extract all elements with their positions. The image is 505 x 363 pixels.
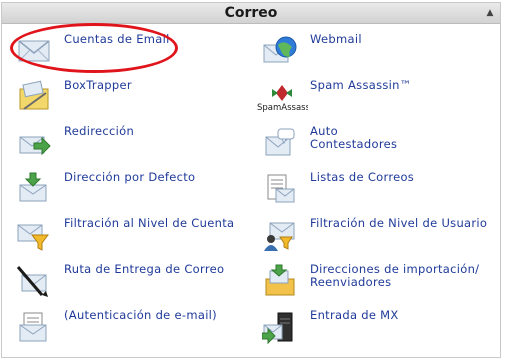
mailing-lists-icon — [262, 171, 302, 211]
item-filtracion-nivel-cuenta[interactable]: Filtración al Nivel de Cuenta — [16, 217, 256, 261]
panel-header: Correo ▲ — [2, 3, 500, 24]
account-filter-funnel-icon — [16, 217, 56, 257]
item-label: Auto Contestadores — [310, 124, 398, 151]
mail-panel: Correo ▲ Cuentas de Email Webmail BoxTra… — [1, 2, 501, 358]
auto-responder-icon — [262, 125, 302, 165]
collapse-arrow-icon[interactable]: ▲ — [484, 7, 496, 19]
item-label: Direcciones de importación/ Reenviadores — [310, 262, 480, 289]
item-entrada-de-mx[interactable]: Entrada de MX — [261, 308, 502, 353]
item-filtracion-nivel-usuario[interactable]: Filtración de Nivel de Usuario — [262, 217, 502, 261]
panel-title: Correo — [224, 5, 278, 21]
email-authentication-icon — [16, 309, 56, 349]
item-redireccion[interactable]: Redirección — [16, 125, 256, 169]
item-label: BoxTrapper — [64, 78, 132, 92]
svg-text:SpamAssassin: SpamAssassin — [257, 103, 308, 113]
item-cuentas-de-email[interactable]: Cuentas de Email — [16, 33, 256, 77]
delivery-route-icon — [16, 263, 56, 303]
item-label: Spam Assassin™ — [310, 78, 412, 92]
item-label: Filtración al Nivel de Cuenta — [64, 216, 235, 230]
item-label: Listas de Correos — [310, 170, 415, 184]
boxtrapper-icon — [16, 79, 56, 119]
item-label: Entrada de MX — [310, 308, 399, 322]
item-label: Filtración de Nivel de Usuario — [310, 216, 488, 230]
item-autenticacion-email[interactable]: (Autenticación de e-mail) — [16, 309, 256, 353]
spam-assassin-logo-icon: SpamAssassin — [256, 79, 318, 119]
item-auto-contestadores[interactable]: Auto Contestadores — [262, 125, 502, 169]
item-boxtrapper[interactable]: BoxTrapper — [16, 79, 256, 123]
item-direcciones-importacion[interactable]: Direcciones de importación/ Reenviadores — [262, 263, 502, 307]
item-spam-assassin[interactable]: SpamAssassin Spam Assassin™ — [256, 79, 496, 123]
forwarding-arrow-icon — [16, 125, 56, 165]
item-label: (Autenticación de e-mail) — [64, 308, 217, 322]
item-label: Ruta de Entrega de Correo — [64, 262, 225, 276]
item-label: Redirección — [64, 124, 135, 138]
item-label: Dirección por Defecto — [64, 170, 196, 184]
email-envelope-icon — [16, 33, 56, 73]
item-ruta-de-entrega[interactable]: Ruta de Entrega de Correo — [16, 263, 256, 307]
default-address-icon — [16, 171, 56, 211]
user-filter-icon — [262, 217, 302, 257]
item-listas-de-correos[interactable]: Listas de Correos — [262, 171, 502, 215]
webmail-globe-icon — [262, 33, 302, 73]
item-webmail[interactable]: Webmail — [262, 33, 502, 77]
mx-entry-server-icon — [261, 309, 302, 349]
item-label: Webmail — [310, 32, 362, 46]
import-addresses-icon — [262, 263, 302, 303]
item-direccion-por-defecto[interactable]: Dirección por Defecto — [16, 171, 256, 215]
item-label: Cuentas de Email — [64, 32, 170, 46]
